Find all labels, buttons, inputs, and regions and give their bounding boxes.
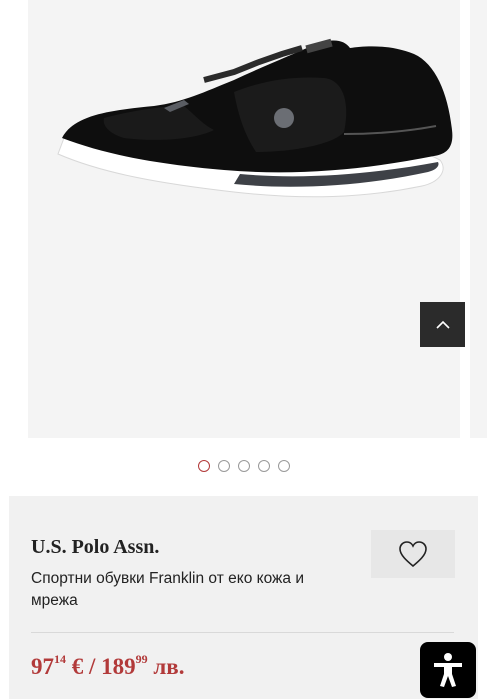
gallery-dot[interactable]: [197, 460, 210, 472]
price-separator: /: [89, 654, 96, 679]
product-info-card: U.S. Polo Assn. Спортни обувки Franklin …: [9, 496, 478, 699]
chevron-up-icon: [435, 320, 450, 329]
product-brand[interactable]: U.S. Polo Assn.: [31, 536, 159, 559]
gallery-pagination: [0, 460, 487, 474]
next-image-preview: [470, 0, 487, 438]
scroll-top-button[interactable]: [420, 302, 465, 347]
product-image: [57, 38, 453, 198]
accessibility-button[interactable]: [420, 642, 476, 698]
price-eur-symbol: €: [71, 654, 84, 679]
price-bgn-symbol: лв.: [153, 654, 185, 679]
price-bgn-int: 189: [101, 654, 136, 679]
product-image-gallery[interactable]: [28, 0, 460, 438]
price-eur-dec: 14: [54, 652, 66, 667]
gallery-dot[interactable]: [237, 460, 250, 472]
product-title: Спортни обувки Franklin от еко кожа и мр…: [31, 570, 304, 609]
divider: [31, 632, 454, 633]
heart-outline-icon: [399, 541, 427, 568]
gallery-dot[interactable]: [257, 460, 270, 472]
accessibility-person-icon: [434, 653, 462, 687]
add-to-favorites-button[interactable]: [371, 530, 455, 578]
price-eur-int: 97: [31, 654, 54, 679]
gallery-dot[interactable]: [277, 460, 290, 472]
product-price: 9714 € / 18999 лв.: [31, 652, 185, 680]
price-bgn-dec: 99: [135, 652, 148, 667]
gallery-dot[interactable]: [217, 460, 230, 472]
